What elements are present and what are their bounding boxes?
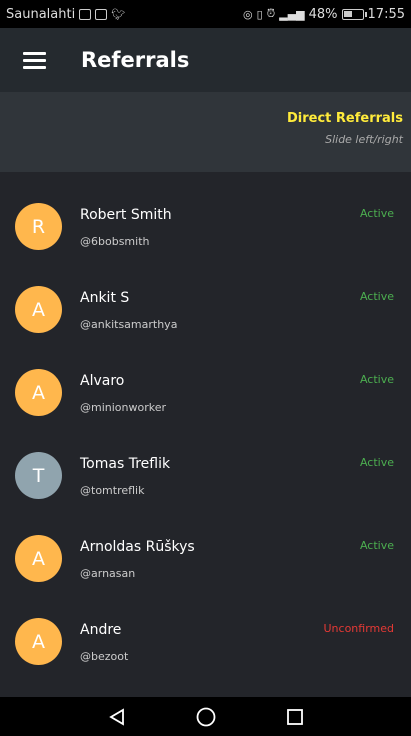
avatar: A xyxy=(15,618,62,665)
tab-direct-referrals[interactable]: Direct Referrals xyxy=(0,111,403,126)
status-badge: Unconfirmed xyxy=(323,622,395,635)
avatar-initial: R xyxy=(31,215,46,238)
referral-handle: @tomtreflik xyxy=(80,484,145,497)
tab-strip[interactable]: Direct Referrals Slide left/right xyxy=(0,92,411,172)
referral-row[interactable]: A Alvaro @minionworker Active xyxy=(0,346,411,429)
referral-row[interactable]: A Ankit S @ankitsamarthya Active xyxy=(0,263,411,346)
status-right: ◎ ▯ ⏰︎ ▂▄▆ 48% 17:55 xyxy=(243,7,405,22)
avatar: A xyxy=(15,535,62,582)
avatar: T xyxy=(15,452,62,499)
hotspot-icon: ◎ xyxy=(242,7,253,21)
avatar: R xyxy=(15,203,62,250)
back-triangle-icon xyxy=(108,707,124,726)
news-icon xyxy=(95,8,108,20)
referral-handle: @ankitsamarthya xyxy=(80,318,178,331)
status-badge: Active xyxy=(359,290,394,303)
referral-row[interactable]: A Andre @bezoot Unconfirmed xyxy=(0,595,411,678)
referral-name: Tomas Treflik xyxy=(80,456,171,472)
battery-percent: 48% xyxy=(308,6,338,22)
referral-handle: @arnasan xyxy=(80,567,136,580)
status-left: Saunalahti 🐦︎ xyxy=(6,6,126,22)
twitter-icon: 🐦︎ xyxy=(111,7,126,21)
calendar-icon xyxy=(79,8,92,20)
referral-handle: @minionworker xyxy=(80,401,167,414)
vibrate-icon: ▯ xyxy=(256,7,263,21)
referral-name: Andre xyxy=(80,622,122,638)
referral-name: Ankit S xyxy=(80,290,130,306)
status-badge: Active xyxy=(359,373,394,386)
recents-button[interactable] xyxy=(284,706,306,728)
referral-row[interactable]: R Robert Smith @6bobsmith Active xyxy=(0,180,411,263)
status-badge: Active xyxy=(359,207,394,220)
app-bar: Referrals xyxy=(0,28,411,92)
battery-icon xyxy=(341,8,367,20)
alarm-icon: ⏰︎ xyxy=(266,7,276,20)
referral-row[interactable]: A Arnoldas Rūškys @arnasan Active xyxy=(0,512,411,595)
avatar-initial: A xyxy=(32,298,45,321)
avatar-initial: A xyxy=(32,630,45,653)
referral-name: Alvaro xyxy=(80,373,125,389)
avatar-initial: T xyxy=(32,464,45,487)
recents-square-icon xyxy=(286,708,303,725)
home-circle-icon xyxy=(196,707,215,726)
page-title: Referrals xyxy=(81,48,190,72)
avatar-initial: A xyxy=(32,381,45,404)
home-button[interactable] xyxy=(195,706,217,728)
avatar: A xyxy=(15,286,62,333)
referral-handle: @6bobsmith xyxy=(80,235,150,248)
referral-name: Robert Smith xyxy=(80,207,172,223)
referral-handle: @bezoot xyxy=(80,650,129,663)
clock: 17:55 xyxy=(367,6,405,22)
menu-button[interactable] xyxy=(0,28,80,92)
back-button[interactable] xyxy=(106,706,128,728)
referral-row[interactable]: T Tomas Treflik @tomtreflik Active xyxy=(0,429,411,512)
avatar-initial: A xyxy=(32,547,45,570)
system-nav-bar xyxy=(0,697,411,736)
referral-list: R Robert Smith @6bobsmith Active A Ankit… xyxy=(0,172,411,697)
status-badge: Active xyxy=(359,539,394,552)
hamburger-menu-icon xyxy=(23,51,46,69)
signal-icon: ▂▄▆ xyxy=(279,7,305,21)
status-bar: Saunalahti 🐦︎ ◎ ▯ ⏰︎ ▂▄▆ 48% 17:55 xyxy=(0,0,411,28)
avatar: A xyxy=(15,369,62,416)
tab-swipe-hint: Slide left/right xyxy=(325,133,403,146)
referral-name: Arnoldas Rūškys xyxy=(80,539,195,555)
status-badge: Active xyxy=(359,456,394,469)
carrier-label: Saunalahti xyxy=(6,6,76,22)
